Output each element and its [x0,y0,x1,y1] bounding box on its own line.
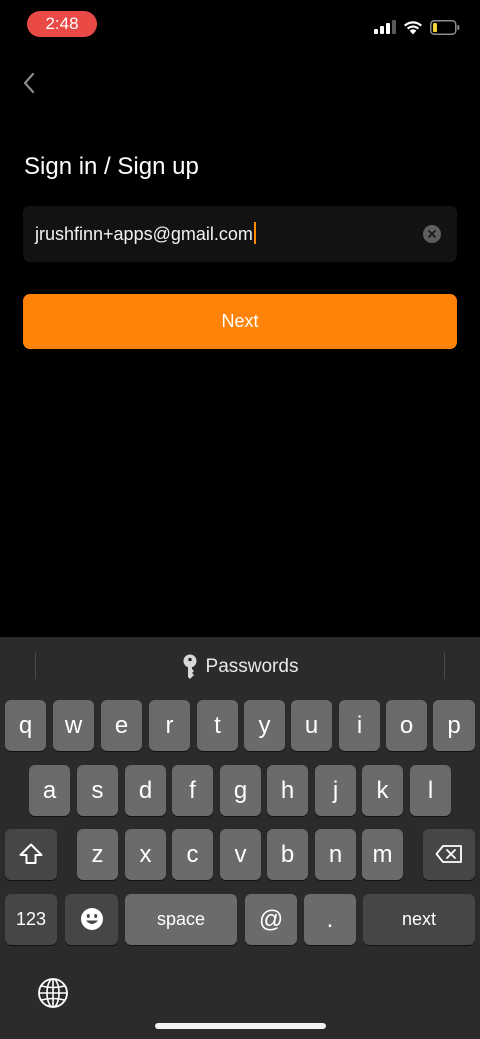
key-c[interactable]: c [172,829,213,880]
key-n[interactable]: n [315,829,356,880]
globe-icon [38,978,68,1008]
return-key[interactable]: next [363,894,475,945]
key-y[interactable]: y [244,700,285,751]
key-q[interactable]: q [5,700,46,751]
key-o[interactable]: o [386,700,427,751]
key-p[interactable]: p [433,700,475,751]
key-t[interactable]: t [197,700,238,751]
key-s[interactable]: s [77,765,118,816]
emoji-icon [80,907,103,930]
wifi-icon [404,20,422,34]
numbers-key[interactable]: 123 [5,894,57,945]
email-text: jrushfinn+apps@gmail.com [35,224,253,244]
key-icon [183,654,197,679]
shift-key[interactable] [5,829,57,880]
home-indicator [155,1023,326,1029]
key-r[interactable]: r [149,700,190,751]
chevron-left-icon [23,72,35,94]
key-j[interactable]: j [315,765,356,816]
emoji-key[interactable] [65,894,118,945]
key-w[interactable]: w [53,700,94,751]
globe-key[interactable] [35,975,71,1011]
dot-key[interactable]: . [304,894,356,945]
clear-button[interactable] [423,225,441,243]
delete-key[interactable] [423,829,475,880]
key-x[interactable]: x [125,829,166,880]
passwords-label: Passwords [205,656,299,677]
key-z[interactable]: z [77,829,118,880]
text-caret [253,222,256,245]
clear-circle-icon [428,230,436,238]
key-e[interactable]: e [101,700,142,751]
next-button[interactable]: Next [23,294,457,349]
shift-icon [19,843,43,864]
battery-icon [430,19,460,35]
signal-bars-icon [374,20,396,34]
page-title: Sign in / Sign up [24,153,199,180]
status-icons [374,19,460,35]
key-v[interactable]: v [220,829,261,880]
space-key[interactable]: space [125,894,237,945]
status-time: 2:48 [27,11,97,37]
backspace-icon [435,844,462,863]
key-u[interactable]: u [291,700,332,751]
status-bar: 2:48 [0,0,480,48]
back-button[interactable] [14,66,44,100]
key-l[interactable]: l [410,765,451,816]
email-value: jrushfinn+apps@gmail.com [35,206,256,262]
suggestion-bar: Passwords [0,637,480,697]
key-f[interactable]: f [172,765,213,816]
key-k[interactable]: k [362,765,403,816]
email-field[interactable]: jrushfinn+apps@gmail.com [23,206,457,262]
key-h[interactable]: h [267,765,308,816]
passwords-suggestion[interactable]: Passwords [0,637,480,697]
key-b[interactable]: b [267,829,308,880]
key-g[interactable]: g [220,765,261,816]
key-i[interactable]: i [339,700,380,751]
key-d[interactable]: d [125,765,166,816]
key-a[interactable]: a [29,765,70,816]
at-key[interactable]: @ [245,894,297,945]
key-m[interactable]: m [362,829,403,880]
